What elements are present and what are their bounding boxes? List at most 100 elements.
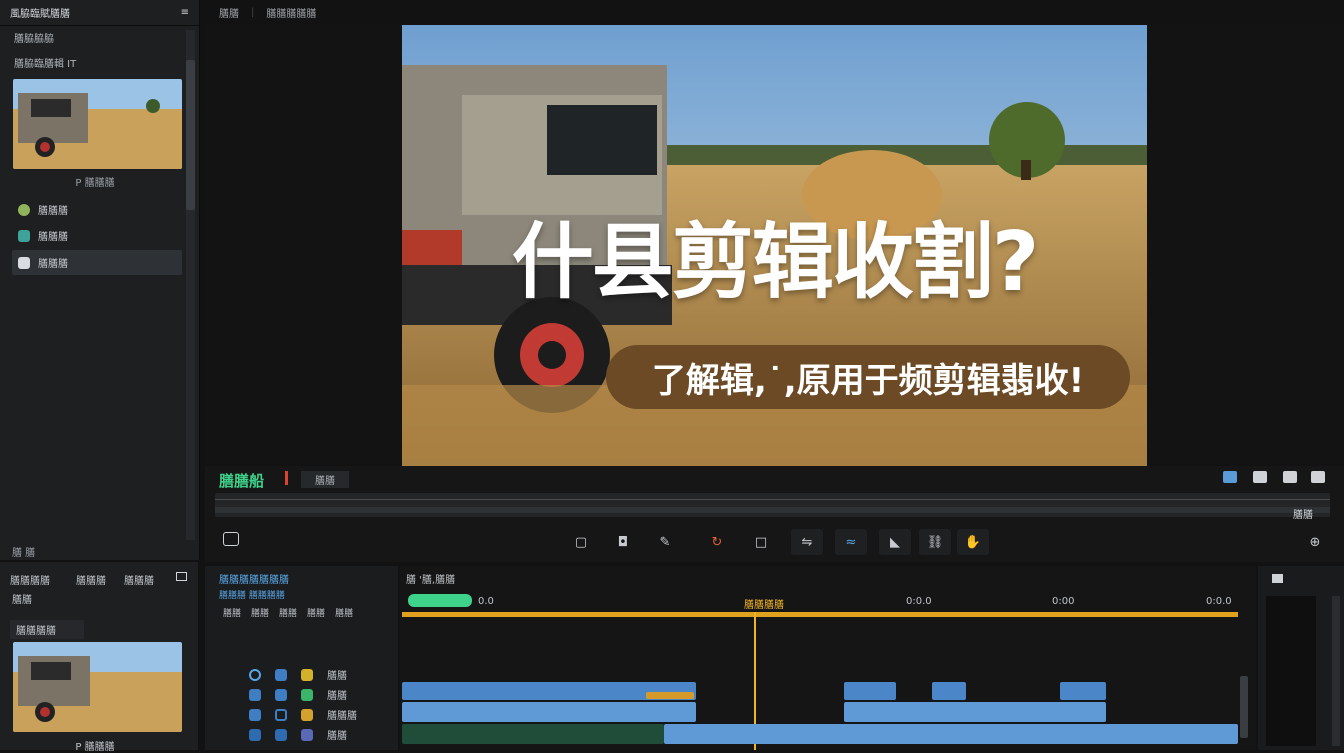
- track-label: 膳膳: [327, 671, 347, 682]
- scrub-bar[interactable]: [215, 493, 1330, 517]
- save-icon[interactable]: [1283, 471, 1297, 483]
- divider: |: [251, 6, 255, 18]
- track-row-1[interactable]: 膳膳: [249, 667, 347, 682]
- track-color-icon: [301, 688, 313, 701]
- tool-label[interactable]: 膳膳: [251, 606, 269, 619]
- project-tab[interactable]: 膳膳膳膳: [10, 572, 50, 587]
- transport-bar: 膳膳船 膳膳 膳膳 ▢ ◘ ✎ ↻ □ ⇋ ≈ ◣ ⛓ ✋ ⊕: [205, 466, 1344, 562]
- meter-scrollbar[interactable]: [1332, 596, 1340, 746]
- track-color-icon: [301, 668, 313, 681]
- project-panel: 膳膳膳膳 膳膳膳 膳膳膳 膳膳 膳膳膳膳 P 膳膳膳: [0, 562, 198, 753]
- subtitle-icon[interactable]: [223, 532, 239, 546]
- viewer-tab-2[interactable]: 膳膳膳膳膳: [266, 5, 316, 20]
- visibility-icon[interactable]: [249, 728, 261, 741]
- playhead-label: 膳膳膳膳: [744, 600, 784, 611]
- link-icon[interactable]: ⛓: [919, 529, 951, 555]
- video-title-text: 什县剪辑收割?: [511, 215, 1040, 310]
- tool-label[interactable]: 膳膳: [307, 606, 325, 619]
- track-headers: 膳膳膳膳膳膳膳 膳膳膳 膳膳膳膳 膳膳 膳膳 膳膳 膳膳 膳膳 膳膳 膳膳 膳膳…: [205, 566, 398, 750]
- audio-clip[interactable]: [402, 702, 696, 722]
- work-area-bar[interactable]: [402, 612, 1238, 617]
- timeline-header: 膳 '膳,膳膳: [406, 575, 456, 586]
- transitions-icon: [18, 229, 30, 242]
- export-icon[interactable]: [1223, 471, 1237, 483]
- in-point-marker[interactable]: [408, 594, 472, 607]
- timeline-panel: 膳 '膳,膳膳 0.0 膳膳膳膳 0:0.0 0:00 0:0.0: [400, 566, 1256, 750]
- project-tab[interactable]: 膳膳膳: [124, 572, 154, 587]
- tool-label[interactable]: 膳膳: [223, 606, 241, 619]
- bin-label[interactable]: 膳膳膳膳: [10, 620, 84, 639]
- timeline-scrollbar[interactable]: [1240, 676, 1248, 738]
- lock-icon[interactable]: [275, 688, 287, 701]
- frame-icon[interactable]: □: [745, 529, 777, 555]
- clip-icon[interactable]: ▢: [565, 529, 597, 555]
- inspector-panel: [1258, 566, 1344, 750]
- track-label: 膳膳膳: [327, 711, 357, 722]
- tool-label[interactable]: 膳膳: [335, 606, 353, 619]
- inspector-icon[interactable]: [1272, 574, 1283, 583]
- app-title: 風脇臨賦膳膳: [10, 9, 70, 20]
- track-color-icon: [301, 728, 313, 741]
- lock-icon[interactable]: [275, 708, 287, 721]
- panel-footer: 膳 膳: [12, 548, 36, 559]
- bin-caption: P 膳膳膳: [75, 742, 115, 753]
- visibility-icon[interactable]: [249, 708, 261, 721]
- nav-label: 膳膳膳: [38, 259, 68, 270]
- ruler-mark: 0:00: [1052, 596, 1075, 607]
- ruler-mark: 0:0.0: [906, 596, 932, 607]
- effects-icon: [18, 203, 30, 216]
- visibility-icon[interactable]: [249, 688, 261, 701]
- audio-clip[interactable]: [844, 682, 896, 700]
- mark-icon[interactable]: ◣: [879, 529, 911, 555]
- viewer-mode-tab[interactable]: 膳膳: [301, 471, 349, 488]
- nav-transitions[interactable]: 膳膳膳: [12, 223, 182, 248]
- camera-icon[interactable]: [1253, 471, 1267, 483]
- track-row-4[interactable]: 膳膳: [249, 727, 347, 742]
- nav-label: 膳膳膳: [38, 206, 68, 217]
- visibility-icon[interactable]: [249, 668, 261, 681]
- folder-icon[interactable]: [176, 572, 187, 581]
- scrollbar[interactable]: [186, 30, 195, 540]
- nav-text[interactable]: 膳膳膳: [12, 250, 182, 275]
- project-tab[interactable]: 膳膳膳: [76, 572, 106, 587]
- ruler-mark: 0.0: [478, 596, 494, 607]
- split-icon[interactable]: ⇋: [791, 529, 823, 555]
- video-subtitle-pill: 了解辑,˙,原用于频剪辑翡收!: [606, 345, 1130, 409]
- track-row-2[interactable]: 膳膳: [249, 687, 347, 702]
- record-marker: [285, 471, 288, 485]
- track-label: 膳膳: [327, 691, 347, 702]
- track-row-3[interactable]: 膳膳膳: [249, 707, 357, 722]
- thumb-caption: P 膳膳膳: [75, 178, 115, 189]
- lock-icon[interactable]: [275, 728, 287, 741]
- lock-icon[interactable]: [275, 668, 287, 681]
- fullscreen-icon[interactable]: ⊕: [1299, 529, 1331, 555]
- media-thumbnail[interactable]: [13, 79, 182, 169]
- audio-icon[interactable]: ≈: [835, 529, 867, 555]
- hamburger-icon[interactable]: ≡: [181, 7, 189, 18]
- video-clip[interactable]: [402, 724, 664, 744]
- timecode-end: 膳膳: [1293, 510, 1313, 521]
- loop-icon[interactable]: ↻: [701, 529, 733, 555]
- tool-label[interactable]: 膳膳: [279, 606, 297, 619]
- media-label: 膳脇臨膳輯 IT: [14, 58, 77, 70]
- nav-effects[interactable]: 膳膳膳: [12, 197, 182, 222]
- audio-clip[interactable]: [844, 702, 1106, 722]
- audio-clip[interactable]: [932, 682, 966, 700]
- bin-thumbnail[interactable]: [13, 642, 182, 732]
- pen-icon[interactable]: ✎: [649, 529, 681, 555]
- clip-marker: [646, 692, 694, 699]
- audio-meter: [1266, 596, 1316, 746]
- viewer-toolbar: 膳膳 | 膳膳膳膳膳: [205, 0, 1344, 24]
- hand-icon[interactable]: ✋: [957, 529, 989, 555]
- video-frame[interactable]: 什县剪辑收割? 了解辑,˙,原用于频剪辑翡收!: [402, 25, 1147, 466]
- crop-icon[interactable]: ◘: [607, 529, 639, 555]
- track-label: 膳膳: [327, 731, 347, 742]
- section-label: 膳脇脇脇: [14, 33, 54, 45]
- track-color-icon: [301, 708, 313, 721]
- project-row: 膳膳: [12, 595, 32, 606]
- brand-label: 膳膳船: [219, 472, 265, 490]
- settings-icon[interactable]: [1311, 471, 1325, 483]
- audio-clip[interactable]: [1060, 682, 1106, 700]
- viewer-tab[interactable]: 膳膳: [219, 5, 239, 20]
- video-clip[interactable]: [664, 724, 1238, 744]
